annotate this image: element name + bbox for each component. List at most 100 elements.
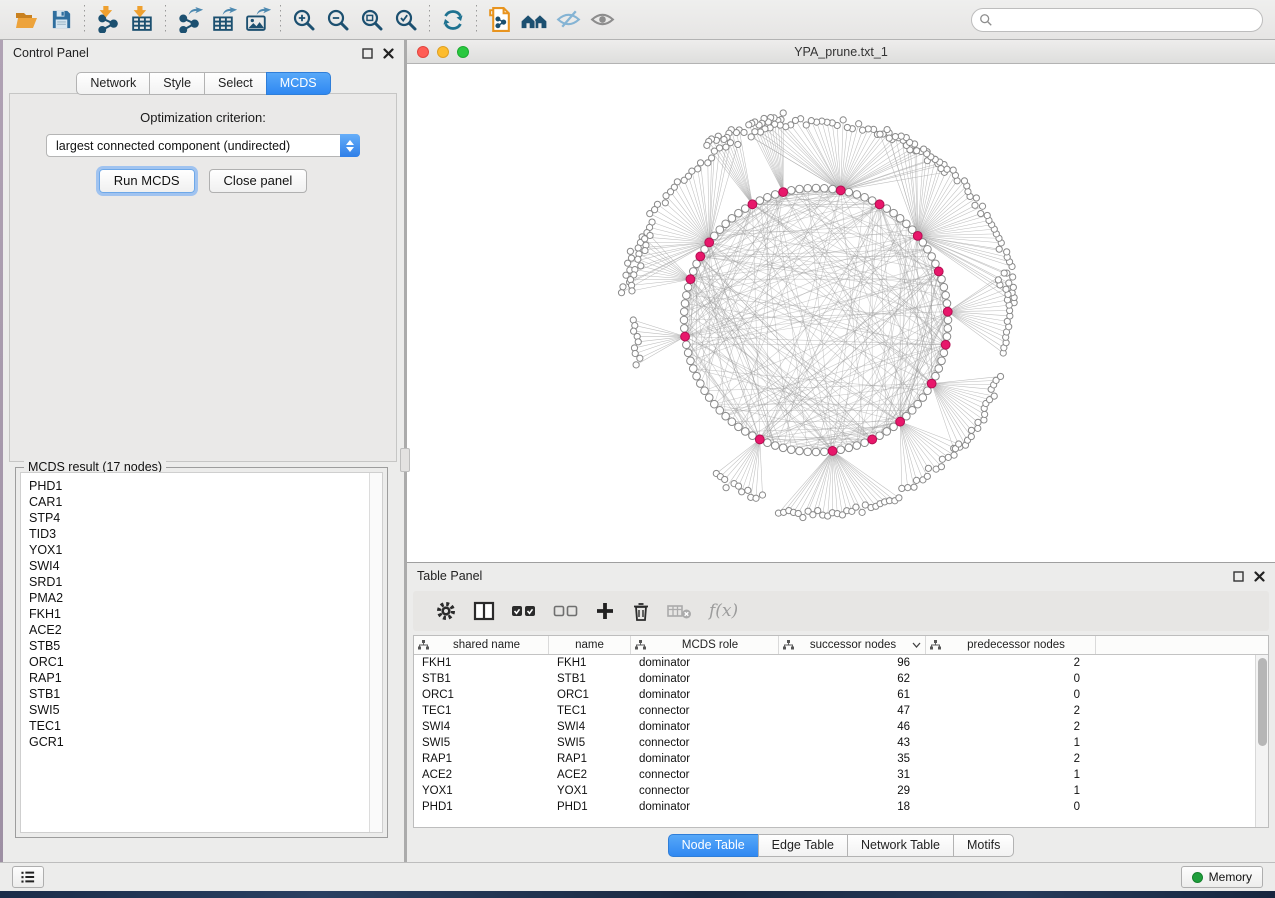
zoom-fit-button[interactable]	[355, 4, 389, 36]
hide-selected-button[interactable]	[551, 4, 585, 36]
panel-splitter[interactable]	[404, 40, 407, 862]
network-node[interactable]	[764, 193, 772, 201]
delete-column-trash-icon[interactable]	[631, 600, 651, 622]
tab-node-table[interactable]: Node Table	[668, 834, 759, 857]
network-node[interactable]	[728, 418, 736, 426]
network-node[interactable]	[903, 220, 911, 228]
search-input[interactable]	[971, 8, 1263, 32]
table-row[interactable]: TEC1TEC1connector472	[414, 703, 1268, 719]
add-column-icon[interactable]	[595, 601, 615, 621]
mcds-result-item[interactable]: PMA2	[29, 590, 369, 606]
network-node[interactable]	[853, 191, 861, 199]
network-node[interactable]	[943, 300, 951, 308]
mcds-result-item[interactable]: TID3	[29, 526, 369, 542]
split-columns-icon[interactable]	[473, 601, 495, 621]
column-header-MCDS-role[interactable]: MCDS role	[631, 636, 779, 654]
network-node[interactable]	[861, 193, 869, 201]
mcds-node[interactable]	[941, 340, 950, 349]
table-row[interactable]: SWI4SWI4dominator462	[414, 719, 1268, 735]
mcds-node[interactable]	[875, 200, 884, 209]
mcds-node[interactable]	[927, 379, 936, 388]
network-node[interactable]	[938, 275, 946, 283]
mcds-node[interactable]	[934, 267, 943, 276]
tab-network-table[interactable]: Network Table	[847, 834, 954, 857]
mcds-result-item[interactable]: SRD1	[29, 574, 369, 590]
mcds-result-item[interactable]: STB1	[29, 686, 369, 702]
network-node[interactable]	[845, 444, 853, 452]
network-node[interactable]	[908, 407, 916, 415]
tab-select[interactable]: Select	[204, 72, 267, 95]
network-node[interactable]	[764, 439, 772, 447]
mcds-node[interactable]	[748, 200, 757, 209]
show-panels-menu-button[interactable]	[12, 866, 44, 888]
mcds-result-item[interactable]: PHD1	[29, 478, 369, 494]
memory-button[interactable]: Memory	[1181, 866, 1263, 888]
network-node[interactable]	[722, 412, 730, 420]
network-node[interactable]	[701, 387, 709, 395]
close-panel-icon[interactable]	[383, 48, 394, 59]
tab-edge-table[interactable]: Edge Table	[758, 834, 848, 857]
network-node[interactable]	[683, 341, 691, 349]
network-node[interactable]	[705, 394, 713, 402]
mcds-result-item[interactable]: RAP1	[29, 670, 369, 686]
mcds-result-list[interactable]: PHD1CAR1STP4TID3YOX1SWI4SRD1PMA2FKH1ACE2…	[21, 473, 369, 832]
column-header-name[interactable]: name	[549, 636, 631, 654]
network-node[interactable]	[890, 209, 898, 217]
network-node[interactable]	[883, 428, 891, 436]
open-file-button[interactable]	[10, 4, 44, 36]
network-node[interactable]	[942, 291, 950, 299]
network-node[interactable]	[684, 349, 692, 357]
network-node[interactable]	[710, 400, 718, 408]
select-all-checkboxes-icon[interactable]	[511, 604, 537, 618]
network-node[interactable]	[681, 300, 689, 308]
network-node[interactable]	[853, 442, 861, 450]
network-node[interactable]	[940, 283, 948, 291]
mcds-node[interactable]	[779, 188, 788, 197]
network-node[interactable]	[820, 184, 828, 192]
mcds-node[interactable]	[696, 252, 705, 261]
save-session-button[interactable]	[44, 4, 78, 36]
network-node[interactable]	[861, 439, 869, 447]
first-neighbors-button[interactable]	[517, 4, 551, 36]
mcds-node[interactable]	[705, 238, 714, 247]
network-node[interactable]	[796, 447, 804, 455]
network-node[interactable]	[796, 185, 804, 193]
close-panel-button[interactable]: Close panel	[209, 169, 308, 193]
network-node[interactable]	[812, 448, 820, 456]
mcds-result-item[interactable]: STB5	[29, 638, 369, 654]
network-node[interactable]	[924, 245, 932, 253]
network-node[interactable]	[684, 283, 692, 291]
network-node[interactable]	[932, 260, 940, 268]
export-network-button[interactable]	[172, 4, 206, 36]
criterion-select[interactable]: largest connected component (undirected)	[46, 134, 360, 157]
network-window-titlebar[interactable]: YPA_prune.txt_1	[407, 40, 1275, 64]
network-node[interactable]	[697, 380, 705, 388]
mcds-list-scrollbar[interactable]	[369, 473, 382, 832]
table-scrollbar[interactable]	[1255, 655, 1268, 827]
network-node[interactable]	[829, 185, 837, 193]
network-node[interactable]	[804, 184, 812, 192]
network-node[interactable]	[940, 349, 948, 357]
network-node[interactable]	[914, 400, 922, 408]
tab-style[interactable]: Style	[149, 72, 205, 95]
network-node[interactable]	[928, 253, 936, 261]
network-node[interactable]	[938, 357, 946, 365]
network-node[interactable]	[944, 324, 952, 332]
settings-gear-icon[interactable]	[435, 600, 457, 622]
scrollbar-thumb[interactable]	[1258, 658, 1267, 746]
mcds-result-item[interactable]: GCR1	[29, 734, 369, 750]
mcds-result-item[interactable]: ORC1	[29, 654, 369, 670]
table-row[interactable]: SWI5SWI5connector431	[414, 735, 1268, 751]
mcds-result-item[interactable]: YOX1	[29, 542, 369, 558]
mcds-result-item[interactable]: SWI5	[29, 702, 369, 718]
table-row[interactable]: FKH1FKH1dominator962	[414, 655, 1268, 671]
network-node[interactable]	[944, 316, 952, 324]
mcds-node[interactable]	[836, 186, 845, 195]
table-row[interactable]: STB1STB1dominator620	[414, 671, 1268, 687]
tab-motifs[interactable]: Motifs	[953, 834, 1014, 857]
network-node[interactable]	[735, 209, 743, 217]
mcds-result-item[interactable]: CAR1	[29, 494, 369, 510]
network-node[interactable]	[812, 184, 820, 192]
float-panel-icon[interactable]	[1233, 571, 1244, 582]
network-node[interactable]	[845, 188, 853, 196]
